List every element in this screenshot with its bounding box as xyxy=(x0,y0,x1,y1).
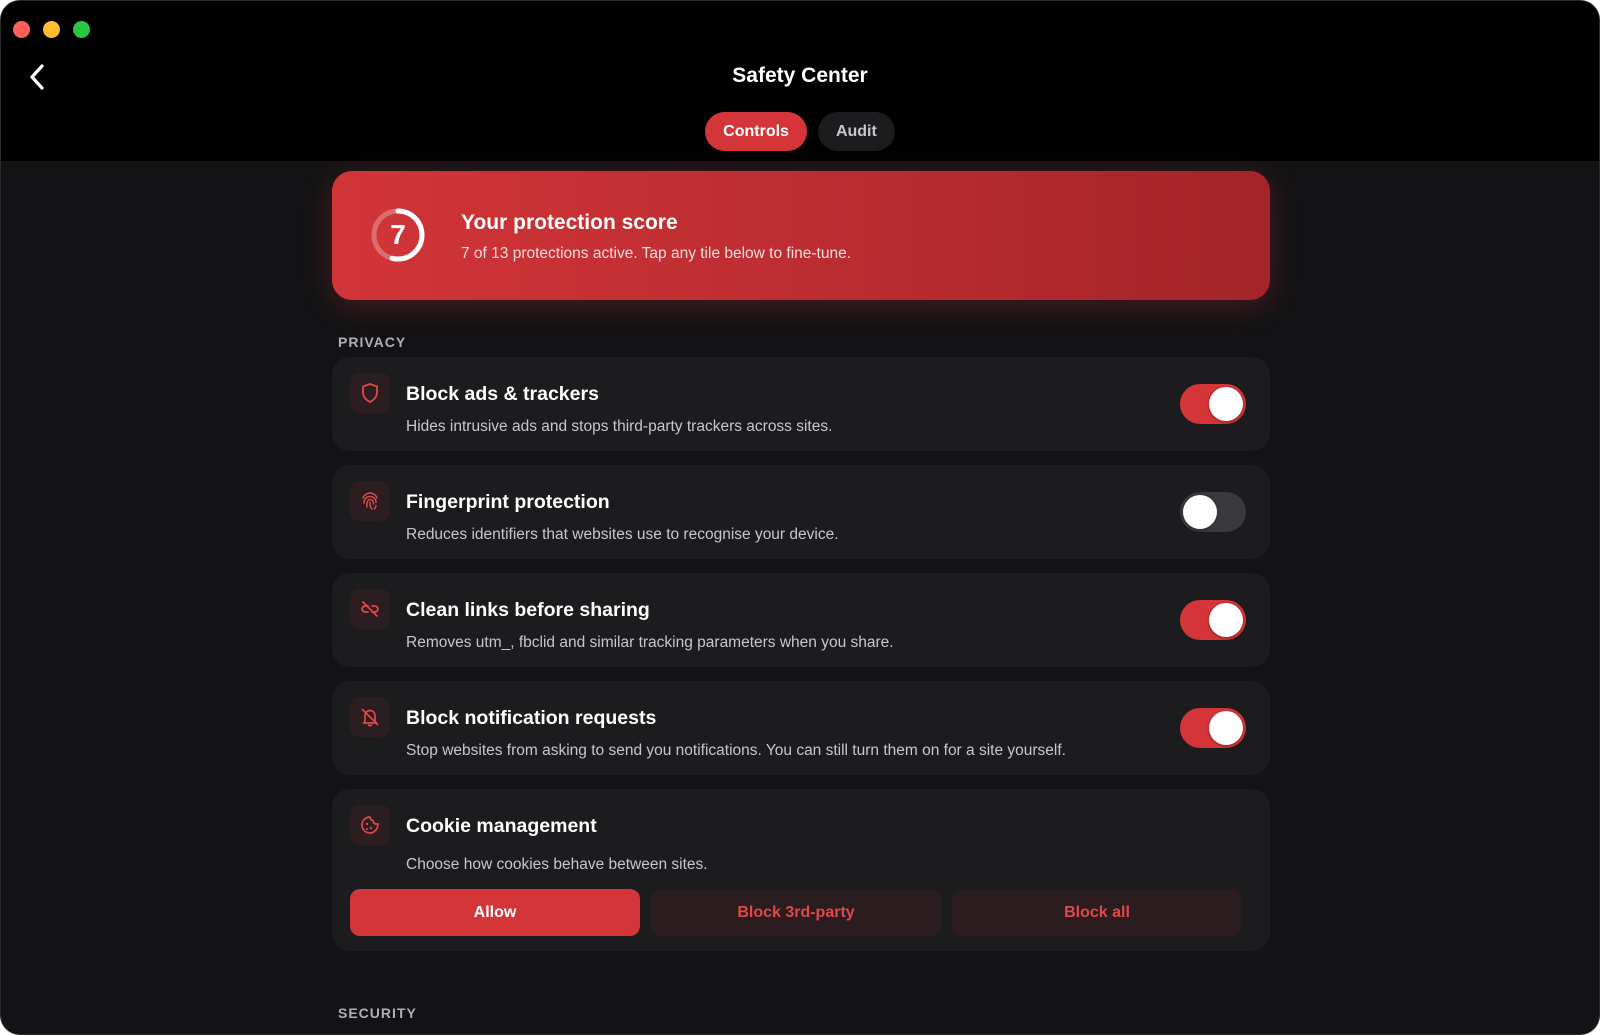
setting-title: Fingerprint protection xyxy=(406,491,610,513)
setting-description: Reduces identifiers that websites use to… xyxy=(406,526,839,543)
section-label-privacy: PRIVACY xyxy=(338,334,407,350)
score-ring: 7 xyxy=(370,207,426,263)
setting-card-block-ads[interactable]: Block ads & trackers Hides intrusive ads… xyxy=(332,357,1270,451)
cookie-options: Allow Block 3rd-party Block all xyxy=(350,889,1242,936)
score-title: Your protection score xyxy=(461,211,678,234)
cookie-option-block-3rd-party[interactable]: Block 3rd-party xyxy=(651,889,941,936)
toggle-notifications[interactable] xyxy=(1180,708,1246,748)
score-subtitle: 7 of 13 protections active. Tap any tile… xyxy=(461,245,852,262)
titlebar: Safety Center Controls Audit xyxy=(1,1,1599,161)
setting-card-cookies: Cookie management Choose how cookies beh… xyxy=(332,789,1270,951)
maximize-window-button[interactable] xyxy=(73,21,90,38)
setting-title: Cookie management xyxy=(406,815,597,837)
window-controls xyxy=(13,21,90,38)
section-label-security: SECURITY xyxy=(338,1005,417,1021)
toggle-fingerprint[interactable] xyxy=(1180,492,1246,532)
setting-card-fingerprint[interactable]: Fingerprint protection Reduces identifie… xyxy=(332,465,1270,559)
tab-bar: Controls Audit xyxy=(1,112,1599,151)
toggle-block-ads[interactable] xyxy=(1180,384,1246,424)
bell-off-icon xyxy=(350,697,390,737)
setting-description: Choose how cookies behave between sites. xyxy=(406,856,708,873)
toggle-knob xyxy=(1209,711,1243,745)
tab-audit[interactable]: Audit xyxy=(817,112,895,151)
fingerprint-icon xyxy=(350,481,390,521)
cookie-option-allow[interactable]: Allow xyxy=(350,889,640,936)
shield-icon xyxy=(350,373,390,413)
main-content: 7 Your protection score 7 of 13 protecti… xyxy=(332,171,1270,1021)
toggle-clean-links[interactable] xyxy=(1180,600,1246,640)
toggle-knob xyxy=(1183,495,1217,529)
cookie-option-block-all[interactable]: Block all xyxy=(952,889,1242,936)
setting-title: Block ads & trackers xyxy=(406,383,599,405)
app-window: Safety Center Controls Audit 7 Your prot… xyxy=(0,0,1600,1035)
unlink-icon xyxy=(350,589,390,629)
setting-description: Stop websites from asking to send you no… xyxy=(406,742,1066,759)
setting-card-notifications[interactable]: Block notification requests Stop website… xyxy=(332,681,1270,775)
setting-card-clean-links[interactable]: Clean links before sharing Removes utm_,… xyxy=(332,573,1270,667)
score-value: 7 xyxy=(390,219,406,250)
minimize-window-button[interactable] xyxy=(43,21,60,38)
setting-description: Removes utm_, fbclid and similar trackin… xyxy=(406,634,894,651)
setting-description: Hides intrusive ads and stops third-part… xyxy=(406,418,833,435)
setting-title: Clean links before sharing xyxy=(406,599,650,621)
protection-score-card[interactable]: 7 Your protection score 7 of 13 protecti… xyxy=(332,171,1270,300)
tab-controls[interactable]: Controls xyxy=(705,112,807,151)
close-window-button[interactable] xyxy=(13,21,30,38)
toggle-knob xyxy=(1209,603,1243,637)
setting-title: Block notification requests xyxy=(406,707,657,729)
toggle-knob xyxy=(1209,387,1243,421)
cookie-icon xyxy=(350,805,390,845)
page-title: Safety Center xyxy=(732,64,868,87)
